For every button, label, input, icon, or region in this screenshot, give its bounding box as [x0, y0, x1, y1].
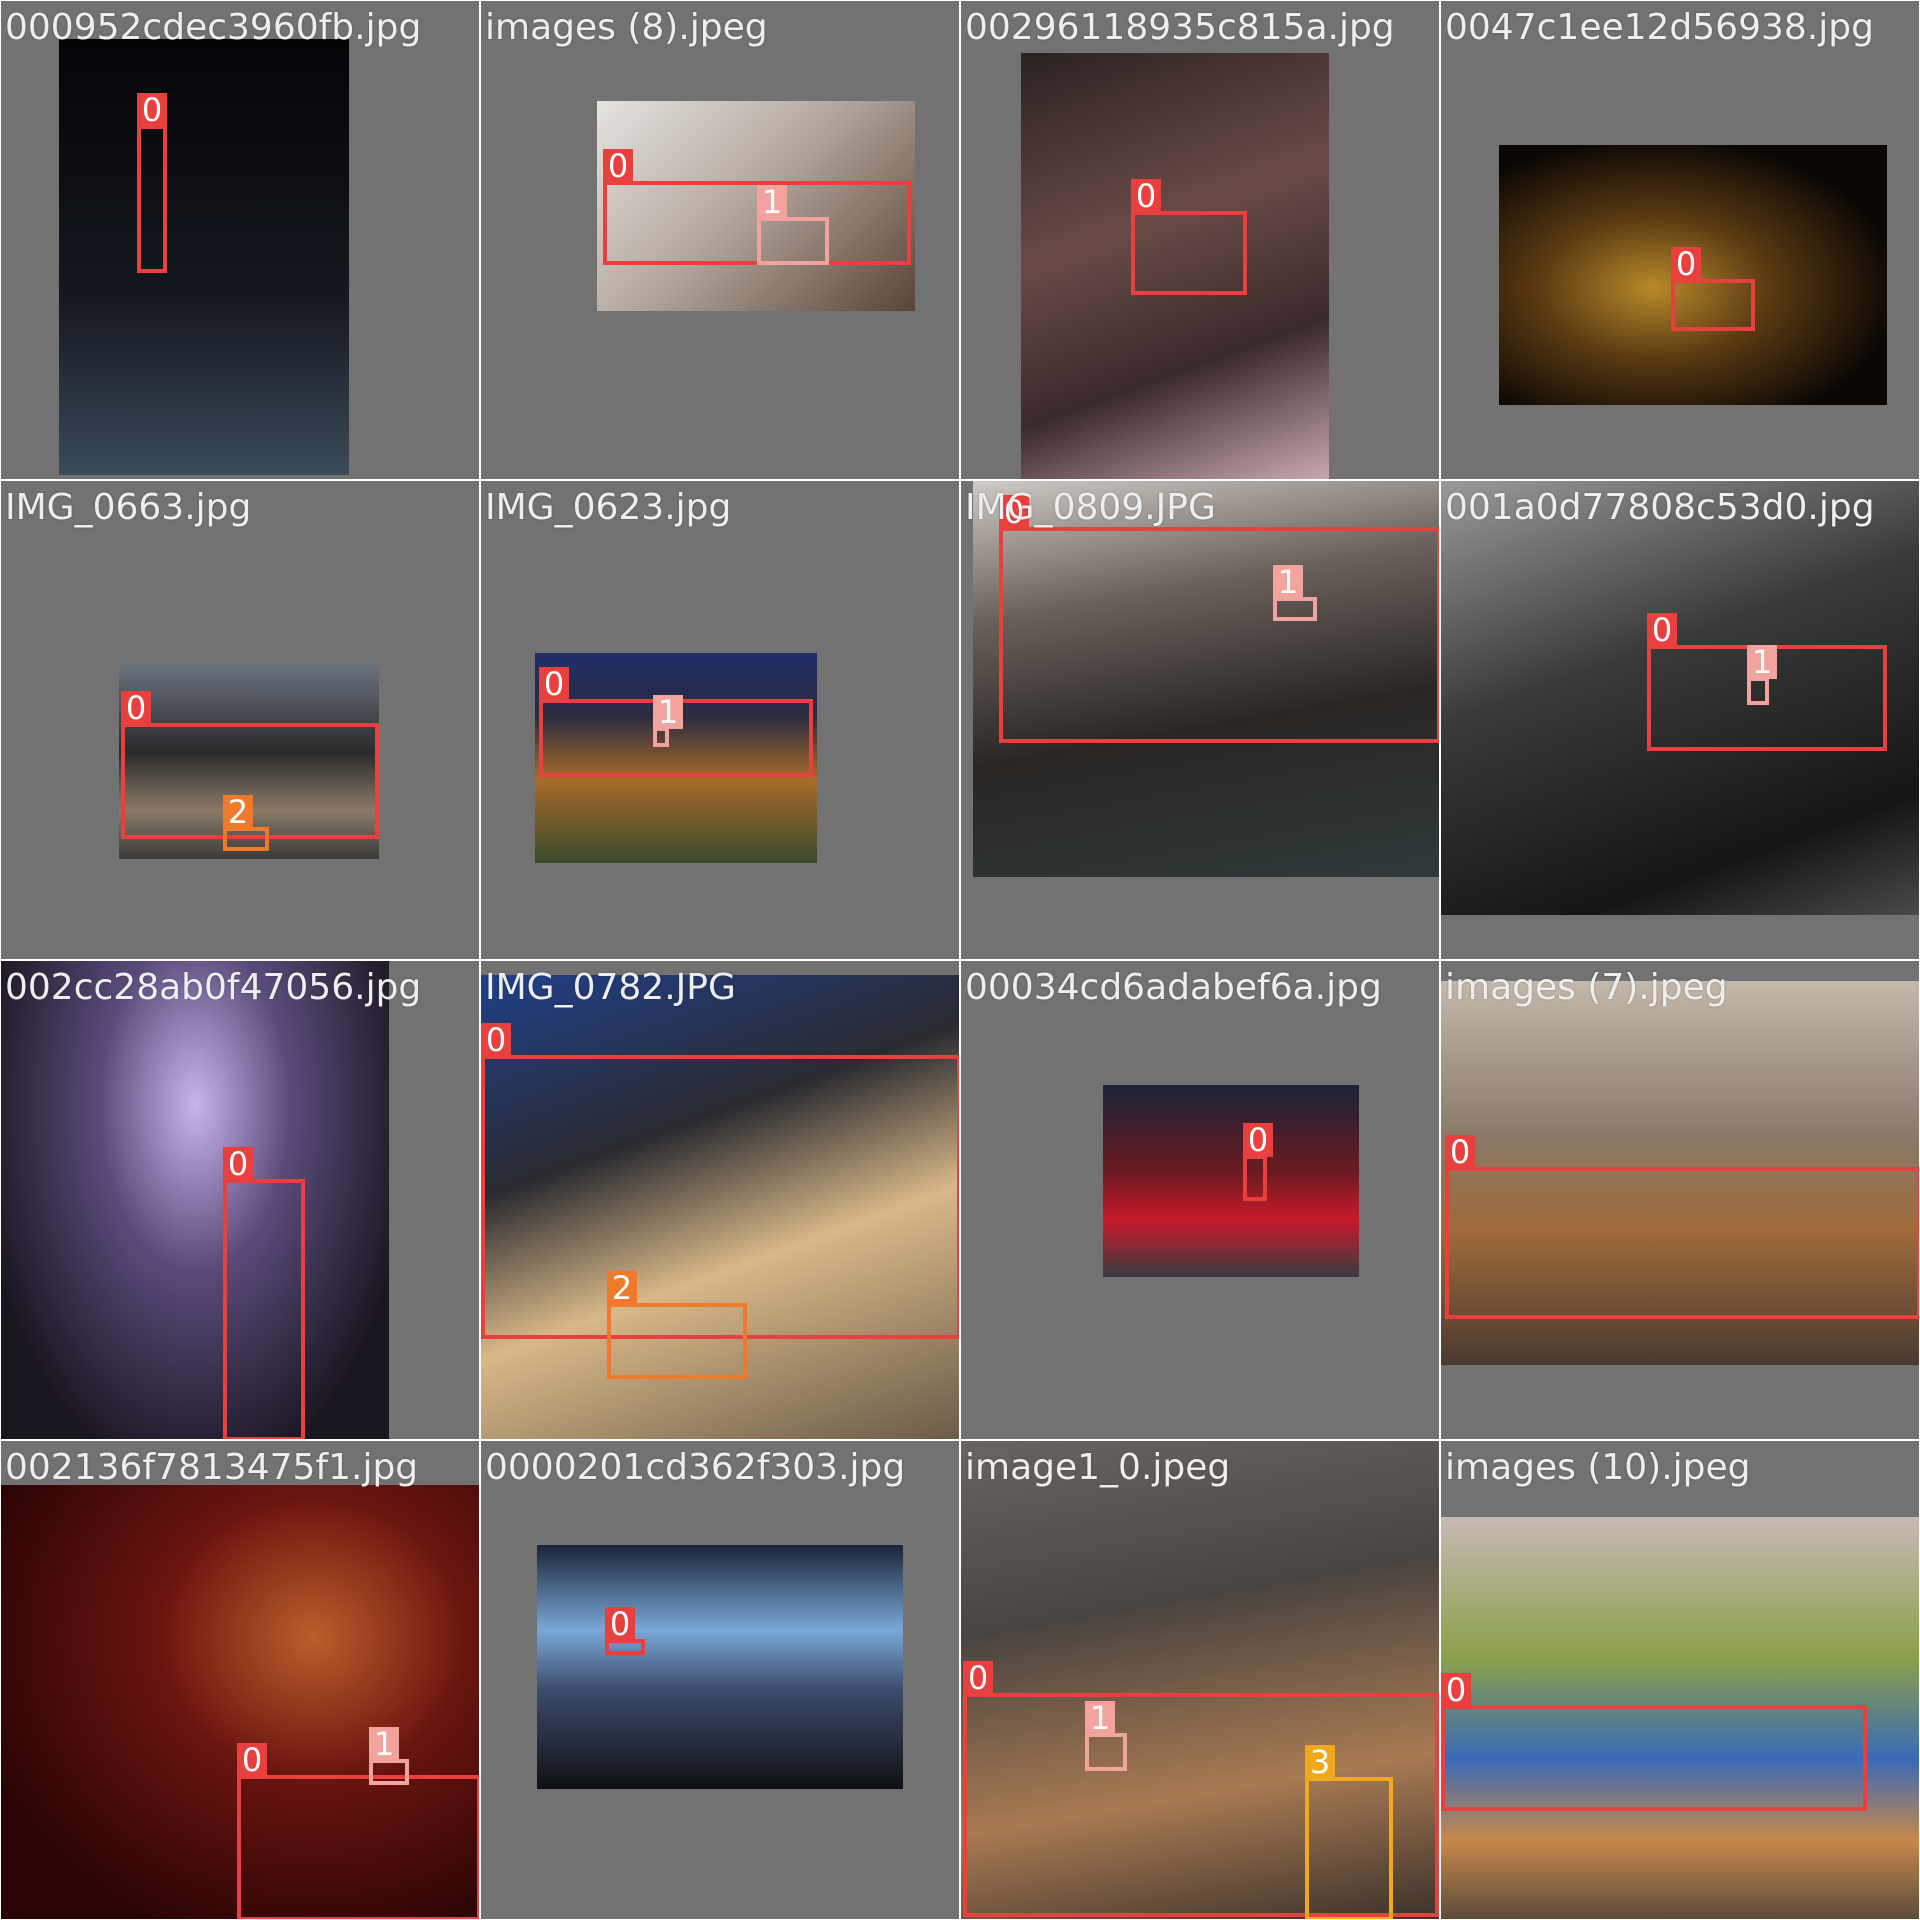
- class-label: 0: [603, 149, 633, 183]
- class-label: 0: [137, 93, 167, 127]
- mosaic-tile: 0 1 3 image1_0.jpeg: [960, 1440, 1440, 1920]
- class-label: 0: [1445, 1135, 1475, 1169]
- bounding-box: 1: [1273, 565, 1317, 621]
- class-label: 2: [607, 1271, 637, 1305]
- class-label: 0: [963, 1661, 993, 1695]
- tile-filename: images (8).jpeg: [485, 7, 768, 48]
- bounding-box: 2: [223, 795, 269, 851]
- tile-filename: images (10).jpeg: [1445, 1447, 1751, 1488]
- tile-filename: 002cc28ab0f47056.jpg: [5, 967, 422, 1008]
- tile-filename: 001a0d77808c53d0.jpg: [1445, 487, 1875, 528]
- bounding-box: 0: [1441, 1673, 1867, 1811]
- bounding-box: 1: [653, 695, 683, 747]
- mosaic-tile: 0 002cc28ab0f47056.jpg: [0, 960, 480, 1440]
- bounding-box: 1: [1747, 645, 1777, 705]
- class-label: 2: [223, 795, 253, 829]
- bounding-box: 2: [607, 1271, 747, 1379]
- bounding-box: 0: [237, 1743, 479, 1919]
- class-label: 0: [121, 691, 151, 725]
- bounding-box: 1: [757, 185, 829, 265]
- tile-filename: IMG_0782.JPG: [485, 967, 736, 1008]
- bounding-box: 0: [223, 1147, 305, 1439]
- photo: [537, 1545, 903, 1789]
- mosaic-tile: 0 0000201cd362f303.jpg: [480, 1440, 960, 1920]
- tile-filename: IMG_0623.jpg: [485, 487, 732, 528]
- class-label: 0: [1671, 247, 1701, 281]
- class-label: 0: [1131, 179, 1161, 213]
- class-label: 0: [1441, 1673, 1471, 1707]
- bounding-box: 1: [1085, 1701, 1127, 1771]
- mosaic-tile: 0 000952cdec3960fb.jpg: [0, 0, 480, 480]
- class-label: 1: [1747, 645, 1777, 679]
- bounding-box: 0: [1243, 1123, 1273, 1201]
- class-label: 1: [653, 695, 683, 729]
- tile-filename: 002136f7813475f1.jpg: [5, 1447, 419, 1488]
- class-label: 0: [605, 1607, 635, 1641]
- tile-filename: 00034cd6adabef6a.jpg: [965, 967, 1382, 1008]
- class-label: 0: [237, 1743, 267, 1777]
- mosaic-tile: 0 images (7).jpeg: [1440, 960, 1920, 1440]
- class-label: 1: [757, 185, 787, 219]
- mosaic-tile: 0 1 IMG_0809.JPG: [960, 480, 1440, 960]
- bounding-box: 1: [369, 1727, 409, 1785]
- mosaic-tile: 0 1 001a0d77808c53d0.jpg: [1440, 480, 1920, 960]
- bounding-box: 3: [1305, 1745, 1393, 1919]
- tile-filename: images (7).jpeg: [1445, 967, 1728, 1008]
- class-label: 0: [1243, 1123, 1273, 1157]
- mosaic-tile: 0 1 002136f7813475f1.jpg: [0, 1440, 480, 1920]
- mosaic-tile: 0 2 IMG_0782.JPG: [480, 960, 960, 1440]
- tile-filename: 00296118935c815a.jpg: [965, 7, 1395, 48]
- bounding-box: 0: [999, 495, 1439, 743]
- class-label: 0: [539, 667, 569, 701]
- photo: [59, 39, 349, 475]
- mosaic-tile: 0 1 images (8).jpeg: [480, 0, 960, 480]
- mosaic-tile: 0 00034cd6adabef6a.jpg: [960, 960, 1440, 1440]
- bounding-box: 0: [1445, 1135, 1919, 1319]
- tile-filename: 0047c1ee12d56938.jpg: [1445, 7, 1874, 48]
- bounding-box: 0: [605, 1607, 645, 1655]
- tile-filename: 0000201cd362f303.jpg: [485, 1447, 906, 1488]
- mosaic-tile: 0 00296118935c815a.jpg: [960, 0, 1440, 480]
- class-label: 1: [1273, 565, 1303, 599]
- tile-filename: IMG_0809.JPG: [965, 487, 1216, 528]
- class-label: 1: [369, 1727, 399, 1761]
- photo: [1, 961, 389, 1439]
- tile-filename: 000952cdec3960fb.jpg: [5, 7, 422, 48]
- class-label: 3: [1305, 1745, 1335, 1779]
- class-label: 1: [1085, 1701, 1115, 1735]
- class-label: 0: [1647, 613, 1677, 647]
- bounding-box: 0: [481, 1023, 959, 1339]
- photo: [1103, 1085, 1359, 1277]
- mosaic-tile: 0 1 IMG_0623.jpg: [480, 480, 960, 960]
- bounding-box: 0: [1671, 247, 1755, 331]
- mosaic-tile: 0 images (10).jpeg: [1440, 1440, 1920, 1920]
- image-mosaic-grid: 0 000952cdec3960fb.jpg 0 1 images (8).jp…: [0, 0, 1920, 1920]
- bounding-box: 0: [137, 93, 167, 273]
- bounding-box: 0: [1131, 179, 1247, 295]
- class-label: 0: [481, 1023, 511, 1057]
- mosaic-tile: 0 2 IMG_0663.jpg: [0, 480, 480, 960]
- mosaic-tile: 0 0047c1ee12d56938.jpg: [1440, 0, 1920, 480]
- tile-filename: image1_0.jpeg: [965, 1447, 1231, 1488]
- class-label: 0: [223, 1147, 253, 1181]
- tile-filename: IMG_0663.jpg: [5, 487, 252, 528]
